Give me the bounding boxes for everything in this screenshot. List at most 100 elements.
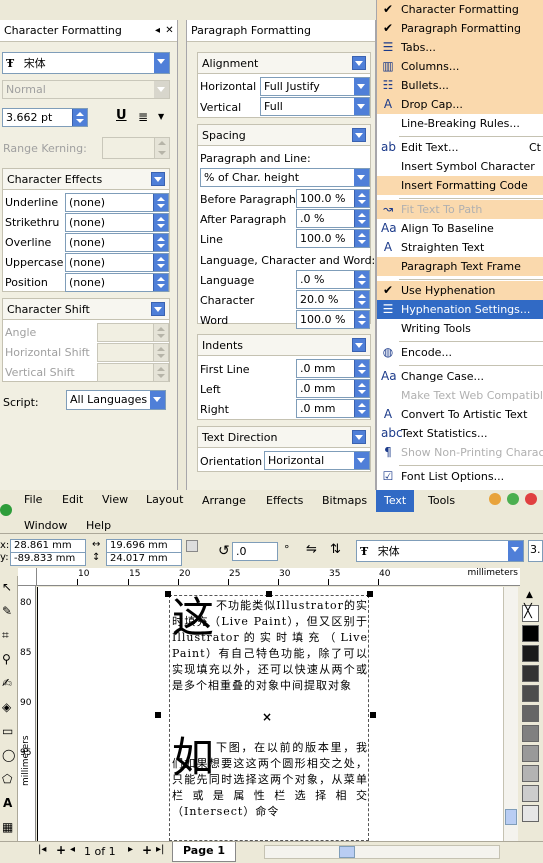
horizontal-scrollbar[interactable] — [264, 845, 500, 859]
scroll-thumb[interactable] — [505, 809, 517, 825]
palette-scroll-up-icon[interactable]: ▲ — [526, 590, 533, 600]
width-field[interactable]: 19.696 mm — [106, 539, 182, 553]
mirror-horizontal-icon[interactable]: ⇋ — [306, 542, 317, 557]
spinner-arrows-icon[interactable] — [154, 138, 169, 158]
chevron-down-icon[interactable] — [354, 98, 369, 115]
chevron-down-icon[interactable] — [352, 128, 366, 142]
mirror-vertical-icon[interactable]: ⇅ — [330, 542, 341, 557]
section-header[interactable]: Spacing — [198, 125, 370, 146]
alignment-button[interactable]: ≣ — [138, 110, 156, 124]
color-swatch[interactable] — [522, 625, 539, 642]
spinner-arrows-icon[interactable] — [354, 380, 369, 397]
menu-item-hyphenation-settings[interactable]: ☰ Hyphenation Settings... — [377, 300, 543, 319]
polygon-tool-icon[interactable]: ⬠ — [2, 772, 12, 786]
spinner-arrows-icon[interactable] — [153, 274, 168, 291]
selection-handle[interactable] — [165, 591, 171, 597]
chevron-down-icon[interactable] — [508, 541, 523, 561]
right-indent-field[interactable]: .0 mm — [296, 399, 370, 418]
menu-item-paragraph-formatting[interactable]: ✔ Paragraph Formatting — [377, 19, 543, 38]
next-page-icon[interactable]: ▸ — [128, 844, 133, 855]
menu-layout[interactable]: Layout — [140, 490, 189, 509]
color-swatch[interactable] — [522, 725, 539, 742]
lock-ratio-icon[interactable] — [186, 540, 198, 552]
menu-item-straighten-text[interactable]: A Straighten Text — [377, 238, 543, 257]
effect-select[interactable]: (none) — [65, 233, 169, 252]
height-field[interactable]: 24.017 mm — [106, 552, 182, 566]
close-icon[interactable]: ✕ — [164, 25, 175, 36]
menu-item-edit-text[interactable]: ab Edit Text... Ct — [377, 138, 543, 157]
chevron-down-icon[interactable] — [150, 391, 165, 409]
menu-bitmaps[interactable]: Bitmaps — [316, 491, 373, 510]
script-select[interactable]: All Languages — [66, 390, 166, 410]
spinner-arrows-icon[interactable] — [153, 254, 168, 271]
minimize-icon[interactable] — [489, 493, 501, 505]
drawing-canvas[interactable]: 这 不功能类似Illustrator的实时填充（Live Paint），但又区别… — [37, 587, 503, 841]
chevron-down-icon[interactable] — [354, 169, 369, 186]
spinner-arrows-icon[interactable] — [153, 214, 168, 231]
color-swatch[interactable] — [522, 805, 539, 822]
last-page-icon[interactable]: ▸| — [156, 844, 164, 855]
chevron-down-icon[interactable]: ▼ — [158, 112, 168, 121]
menu-item-show-non-printing-characters[interactable]: ¶ Show Non-Printing Characters — [377, 443, 543, 462]
prev-page-icon[interactable]: ◂ — [70, 844, 75, 855]
maximize-icon[interactable] — [507, 493, 519, 505]
chevron-down-icon[interactable] — [352, 56, 366, 70]
orientation-select[interactable]: Horizontal — [264, 451, 370, 470]
rotation-angle-field[interactable]: .0 — [232, 542, 278, 561]
spinner-arrows-icon[interactable] — [354, 210, 369, 227]
vertical-scrollbar[interactable] — [503, 587, 518, 841]
menu-item-drop-cap[interactable]: A Drop Cap... — [377, 95, 543, 114]
section-header[interactable]: Alignment — [198, 53, 370, 74]
menu-item-text-statistics[interactable]: abc Text Statistics... — [377, 424, 543, 443]
menu-view[interactable]: View — [96, 490, 134, 509]
crop-tool-icon[interactable]: ⌗ — [2, 628, 9, 643]
spinner-arrows-icon[interactable] — [354, 400, 369, 417]
menu-item-insert-formatting-code[interactable]: Insert Formatting Code — [377, 176, 543, 195]
color-swatch[interactable] — [522, 645, 539, 662]
menu-arrange[interactable]: Arrange — [196, 491, 252, 510]
chevron-down-icon[interactable] — [352, 430, 366, 444]
rectangle-tool-icon[interactable]: ▭ — [2, 724, 13, 738]
range-kerning-field[interactable] — [102, 137, 170, 159]
menu-item-paragraph-text-frame[interactable]: Paragraph Text Frame — [377, 257, 543, 276]
spinner-arrows-icon[interactable] — [354, 271, 369, 288]
selection-handle[interactable] — [370, 712, 376, 718]
menu-edit[interactable]: Edit — [56, 490, 89, 509]
menu-item-insert-symbol-character[interactable]: Insert Symbol Character — [377, 157, 543, 176]
color-swatch[interactable] — [522, 665, 539, 682]
toolbar-font-select[interactable]: Ŧ 宋体 — [356, 540, 524, 562]
language-spacing-field[interactable]: .0 % — [296, 270, 370, 289]
font-size-field[interactable]: 3.662 pt — [2, 108, 88, 127]
add-page-icon[interactable]: + — [142, 843, 152, 857]
spinner-arrows-icon[interactable] — [354, 360, 369, 377]
after-paragraph-field[interactable]: .0 % — [296, 209, 370, 228]
paragraph-text-frame[interactable]: 这 不功能类似Illustrator的实时填充（Live Paint），但又区别… — [169, 595, 369, 841]
spacing-mode-select[interactable]: % of Char. height — [200, 168, 370, 187]
first-line-field[interactable]: .0 mm — [296, 359, 370, 378]
table-tool-icon[interactable]: ▦ — [2, 820, 13, 834]
close-icon[interactable] — [525, 493, 537, 505]
menu-item-use-hyphenation[interactable]: ✔ Use Hyphenation — [377, 281, 543, 300]
chevron-down-icon[interactable] — [151, 302, 165, 316]
collapse-icon[interactable]: ◂ — [152, 25, 163, 36]
spinner-arrows-icon[interactable] — [354, 230, 369, 247]
horizontal-align-select[interactable]: Full Justify — [260, 77, 370, 96]
spinner-arrows-icon[interactable] — [153, 324, 168, 341]
menu-item-convert-to-artistic-text[interactable]: A Convert To Artistic Text — [377, 405, 543, 424]
spinner-arrows-icon[interactable] — [153, 364, 168, 381]
smart-fill-icon[interactable]: ◈ — [2, 700, 11, 714]
color-swatch[interactable] — [522, 705, 539, 722]
selection-handle[interactable] — [155, 712, 161, 718]
section-header[interactable]: Indents — [198, 335, 370, 356]
left-indent-field[interactable]: .0 mm — [296, 379, 370, 398]
shift-field[interactable] — [97, 343, 169, 362]
section-header[interactable]: Character Effects — [3, 169, 169, 190]
section-header[interactable]: Character Shift — [3, 299, 169, 320]
line-spacing-field[interactable]: 100.0 % — [296, 229, 370, 248]
menu-item-font-list-options[interactable]: ☑ Font List Options... — [377, 467, 543, 486]
spinner-arrows-icon[interactable] — [354, 311, 369, 328]
scroll-thumb[interactable] — [339, 846, 355, 858]
zoom-tool-icon[interactable]: ⚲ — [2, 652, 11, 666]
character-spacing-field[interactable]: 20.0 % — [296, 290, 370, 309]
font-style-select[interactable]: Normal — [2, 80, 170, 99]
